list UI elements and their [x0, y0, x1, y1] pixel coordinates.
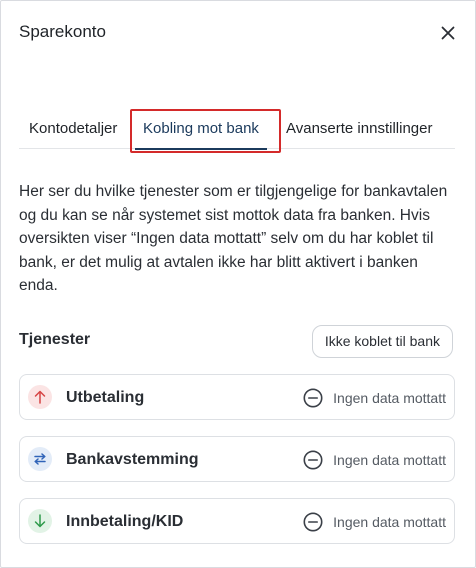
tab-bar: Kontodetaljer Kobling mot bank Avanserte… — [19, 109, 455, 150]
arrow-down-icon — [28, 509, 52, 533]
minus-circle-icon — [303, 450, 323, 470]
services-heading: Tjenester — [19, 331, 91, 348]
service-row-innbetaling-kid: Innbetaling/KID Ingen data mottatt — [19, 498, 455, 544]
swap-arrows-icon — [28, 447, 52, 471]
service-name: Innbetaling/KID — [66, 513, 184, 530]
tab-kobling-mot-bank[interactable]: Kobling mot bank — [135, 109, 267, 150]
tab-label: Kobling mot bank — [143, 120, 259, 137]
service-status: Ingen data mottatt — [303, 387, 446, 409]
tab-avanserte-innstillinger[interactable]: Avanserte innstillinger — [286, 109, 432, 148]
service-row-utbetaling: Utbetaling Ingen data mottatt — [19, 374, 455, 420]
minus-circle-icon — [303, 512, 323, 532]
arrow-up-icon — [28, 385, 52, 409]
service-description: Her ser du hvilke tjenester som er tilgj… — [19, 183, 448, 294]
minus-circle-icon — [303, 388, 323, 408]
service-status-text: Ingen data mottatt — [333, 452, 446, 468]
service-status: Ingen data mottatt — [303, 449, 446, 471]
dialog-title: Sparekonto — [19, 22, 106, 41]
tab-kontodetaljer[interactable]: Kontodetaljer — [29, 109, 117, 148]
service-name: Utbetaling — [66, 389, 145, 406]
service-status: Ingen data mottatt — [303, 511, 446, 533]
dialog-header: Sparekonto — [19, 21, 461, 45]
active-tab-indicator — [135, 148, 267, 150]
service-name: Bankavstemming — [66, 451, 199, 468]
service-status-text: Ingen data mottatt — [333, 390, 446, 406]
close-icon — [441, 26, 455, 40]
account-dialog: Sparekonto Kontodetaljer Kobling mot ban… — [0, 0, 476, 568]
close-button[interactable] — [437, 22, 459, 44]
bank-connection-status-button[interactable]: Ikke koblet til bank — [311, 325, 453, 358]
service-status-text: Ingen data mottatt — [333, 514, 446, 530]
service-row-bankavstemming: Bankavstemming Ingen data mottatt — [19, 436, 455, 482]
